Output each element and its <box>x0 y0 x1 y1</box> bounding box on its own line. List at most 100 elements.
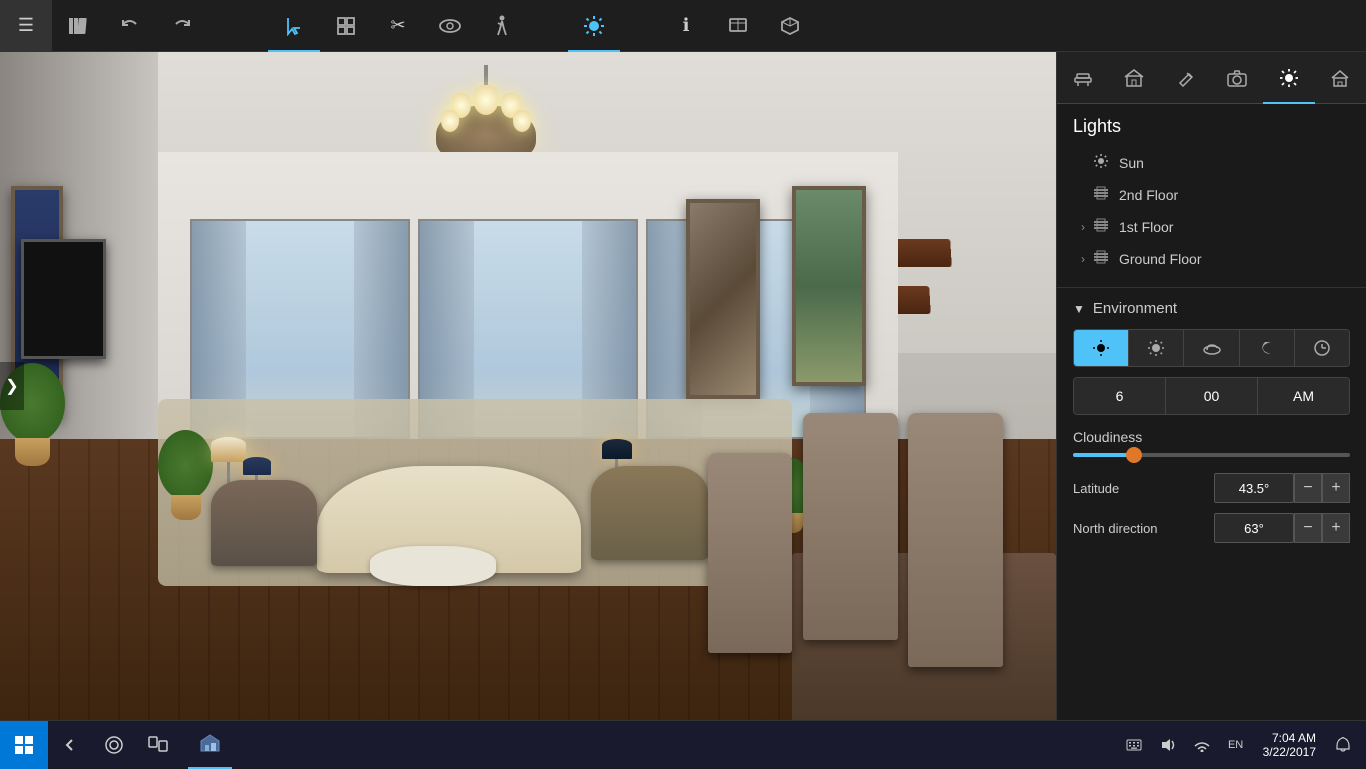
environment-title: Environment <box>1093 300 1177 317</box>
cube3d-icon[interactable] <box>764 0 816 52</box>
app-taskbar-icon[interactable] <box>188 721 232 769</box>
panel-lights-icon[interactable] <box>1263 52 1315 104</box>
environment-header[interactable]: ▼ Environment <box>1073 300 1350 317</box>
view2d-icon[interactable] <box>712 0 764 52</box>
walk-icon[interactable] <box>476 0 528 52</box>
coffee-table <box>370 546 497 586</box>
objects-icon[interactable] <box>320 0 372 52</box>
clock-time: 7:04 AM <box>1272 731 1316 745</box>
1st-floor-label: 1st Floor <box>1119 219 1173 235</box>
dining-chair-1 <box>908 413 1003 667</box>
armchair-2 <box>591 466 707 560</box>
north-direction-plus-btn[interactable]: + <box>1322 513 1350 543</box>
taskbar: EN 7:04 AM 3/22/2017 <box>0 720 1366 768</box>
dining-chair-3 <box>708 453 792 653</box>
tod-clock-btn[interactable] <box>1295 330 1349 366</box>
tod-moon-btn[interactable] <box>1240 330 1295 366</box>
eye-icon[interactable] <box>424 0 476 52</box>
clock-date: 3/22/2017 <box>1263 745 1316 759</box>
floor-light-icon-1 <box>1093 217 1109 237</box>
tv-screen <box>21 239 105 359</box>
env-arrow-icon: ▼ <box>1073 302 1085 316</box>
start-button[interactable] <box>0 721 48 769</box>
time-period[interactable]: AM <box>1258 378 1349 414</box>
floor-light-icon-2 <box>1093 185 1109 205</box>
panel-icon-bar <box>1057 52 1366 104</box>
north-direction-input[interactable] <box>1214 513 1294 543</box>
keyboard-tray-icon[interactable] <box>1119 721 1149 769</box>
cloudiness-slider-thumb[interactable] <box>1126 447 1142 463</box>
lang-tray-icon[interactable]: EN <box>1221 721 1251 769</box>
chandelier <box>426 65 546 165</box>
top-toolbar: ☰ ✂ <box>0 0 1366 52</box>
lamp-shade <box>211 437 246 462</box>
plant-pot-1 <box>171 495 201 520</box>
tod-sun-btn[interactable] <box>1129 330 1184 366</box>
latitude-label: Latitude <box>1073 481 1214 496</box>
sun-light-icon <box>1093 153 1109 173</box>
panel-build-icon[interactable] <box>1109 52 1161 104</box>
latitude-minus-btn[interactable]: − <box>1294 473 1322 503</box>
tod-button-row <box>1073 329 1350 367</box>
select-icon[interactable] <box>268 0 320 52</box>
network-tray-icon[interactable] <box>1187 721 1217 769</box>
notification-icon[interactable] <box>1328 721 1358 769</box>
hamburger-menu-icon[interactable]: ☰ <box>0 0 52 52</box>
redo-icon[interactable] <box>156 0 208 52</box>
tod-cloud-btn[interactable] <box>1184 330 1239 366</box>
sun-label: Sun <box>1119 155 1144 171</box>
chandelier-bulb-4 <box>441 110 459 132</box>
panel-furniture-icon[interactable] <box>1057 52 1109 104</box>
taskview-icon[interactable] <box>136 721 180 769</box>
light-item-ground-floor[interactable]: › Ground Floor <box>1073 243 1350 275</box>
cloudiness-slider[interactable] <box>1073 453 1350 457</box>
artwork-right-2 <box>792 186 866 386</box>
plant-1 <box>158 430 213 520</box>
1st-floor-expand: › <box>1081 220 1085 234</box>
left-nav-arrow[interactable]: ❯ <box>0 362 24 410</box>
cloudiness-label: Cloudiness <box>1073 429 1350 445</box>
environment-section: ▼ Environment <box>1057 288 1366 720</box>
north-direction-minus-btn[interactable]: − <box>1294 513 1322 543</box>
north-direction-label: North direction <box>1073 521 1214 536</box>
floor-light-icon-ground <box>1093 249 1109 269</box>
dining-chair-2 <box>803 413 898 640</box>
volume-tray-icon[interactable] <box>1153 721 1183 769</box>
artwork-right-1 <box>686 199 760 399</box>
ground-floor-label: Ground Floor <box>1119 251 1201 267</box>
scissors-icon[interactable]: ✂ <box>372 0 424 52</box>
sun-toolbar-icon[interactable] <box>568 0 620 52</box>
panel-house-icon[interactable] <box>1315 52 1366 104</box>
viewport: ❯ <box>0 52 1056 720</box>
north-direction-row: North direction − + <box>1073 513 1350 543</box>
chandelier-bulb-5 <box>513 110 531 132</box>
cloudiness-slider-fill <box>1073 453 1134 457</box>
light-item-1st-floor[interactable]: › 1st Floor <box>1073 211 1350 243</box>
clock[interactable]: 7:04 AM 3/22/2017 <box>1255 731 1324 759</box>
time-hour[interactable]: 6 <box>1074 378 1166 414</box>
undo-icon[interactable] <box>104 0 156 52</box>
right-panel: Lights › Sun › <box>1056 52 1366 720</box>
cortana-icon[interactable] <box>92 721 136 769</box>
light-item-sun[interactable]: › Sun <box>1073 147 1350 179</box>
light-item-2nd-floor[interactable]: › 2nd Floor <box>1073 179 1350 211</box>
back-taskbar-icon[interactable] <box>48 721 92 769</box>
panel-camera-icon[interactable] <box>1212 52 1264 104</box>
plant-leaves-1 <box>158 430 213 500</box>
lights-section: Lights › Sun › <box>1057 104 1366 288</box>
time-row: 6 00 AM <box>1073 377 1350 415</box>
time-minute[interactable]: 00 <box>1166 378 1258 414</box>
taskbar-tray: EN 7:04 AM 3/22/2017 <box>1119 721 1366 769</box>
plant-pot-3 <box>15 438 50 466</box>
latitude-input[interactable] <box>1214 473 1294 503</box>
armchair-1 <box>211 480 317 567</box>
library-icon[interactable] <box>52 0 104 52</box>
lights-title: Lights <box>1073 116 1350 137</box>
tod-dawn-btn[interactable] <box>1074 330 1129 366</box>
info-icon[interactable]: ℹ <box>660 0 712 52</box>
panel-edit-icon[interactable] <box>1160 52 1212 104</box>
latitude-row: Latitude − + <box>1073 473 1350 503</box>
latitude-plus-btn[interactable]: + <box>1322 473 1350 503</box>
tl-shade-2 <box>602 439 632 459</box>
2nd-floor-label: 2nd Floor <box>1119 187 1178 203</box>
